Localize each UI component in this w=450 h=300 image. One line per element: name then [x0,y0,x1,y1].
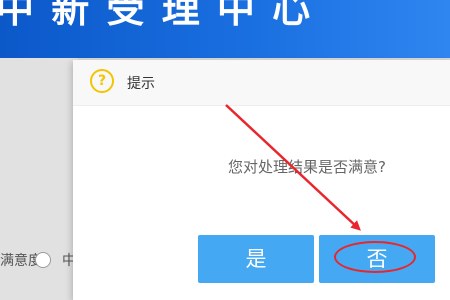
confirm-dialog: ? 提示 您对处理结果是否满意? 是 否 [73,60,450,300]
question-circle-icon: ? [90,69,114,93]
highlight-ellipse [334,241,416,273]
dialog-header: ? 提示 [73,60,450,106]
top-banner: 中 新 受 理 中 心 [0,0,450,58]
banner-title: 中 新 受 理 中 心 [0,0,313,31]
background-radio-button[interactable] [35,252,51,268]
yes-button[interactable]: 是 [198,235,314,283]
dialog-title: 提示 [127,76,155,92]
dialog-message: 您对处理结果是否满意? [228,158,386,176]
